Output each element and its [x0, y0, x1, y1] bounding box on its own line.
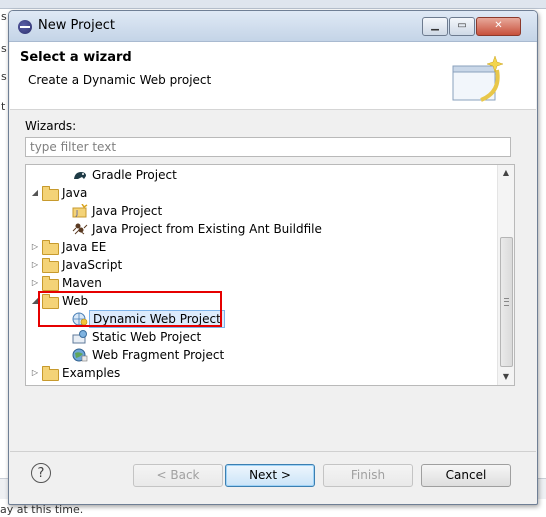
tree-item-examples[interactable]: ▷ Examples [26, 364, 496, 382]
cancel-button[interactable]: Cancel [421, 464, 511, 487]
tree-item-java-project[interactable]: J Java Project [26, 202, 496, 220]
folder-icon [42, 276, 59, 291]
expanded-arrow-icon[interactable]: ◢ [30, 184, 40, 202]
java-project-icon: J [72, 204, 88, 218]
header-description: Create a Dynamic Web project [28, 73, 212, 87]
static-web-project-icon [72, 330, 87, 344]
tree-item-label: Gradle Project [92, 168, 177, 182]
scroll-up-arrow-icon[interactable]: ▲ [498, 165, 514, 181]
button-bar-separator [10, 451, 536, 452]
wizards-label: Wizards: [25, 119, 77, 133]
background-text-fragment: s [1, 42, 7, 55]
eclipse-icon [18, 20, 32, 34]
annotation-highlight-box [38, 291, 222, 327]
background-toolbar [0, 0, 546, 9]
next-button[interactable]: Next > [225, 464, 315, 487]
background-text-fragment: s [1, 70, 7, 83]
help-icon[interactable]: ? [31, 463, 51, 483]
collapsed-arrow-icon[interactable]: ▷ [30, 256, 40, 274]
collapsed-arrow-icon[interactable]: ▷ [30, 274, 40, 292]
tree-item-gradle-project[interactable]: Gradle Project [26, 166, 496, 184]
folder-open-icon [42, 186, 59, 201]
folder-icon [42, 258, 59, 273]
web-fragment-project-icon [72, 348, 88, 362]
tree-item-label: Java Project from Existing Ant Buildfile [92, 222, 322, 236]
collapsed-arrow-icon[interactable]: ▷ [30, 238, 40, 256]
tree-item-label: Java [62, 186, 88, 200]
tree-item-label: Java Project [92, 204, 163, 218]
back-button[interactable]: < Back [133, 464, 223, 487]
scroll-thumb[interactable] [500, 237, 513, 367]
collapsed-arrow-icon[interactable]: ▷ [30, 364, 40, 382]
minimize-button[interactable]: ▁ [422, 17, 448, 36]
wizard-banner-icon [452, 55, 504, 102]
folder-icon [42, 240, 59, 255]
wizard-tree[interactable]: Gradle Project ◢ Java J Java Project Jav… [25, 164, 515, 386]
ant-icon [72, 223, 88, 235]
tree-item-label: Static Web Project [92, 330, 202, 344]
svg-text:J: J [75, 209, 78, 217]
tree-item-javascript[interactable]: ▷ JavaScript [26, 256, 496, 274]
wizard-header: Select a wizard Create a Dynamic Web pro… [10, 42, 536, 110]
tree-item-label: Maven [62, 276, 102, 290]
window-title: New Project [38, 18, 115, 33]
finish-button[interactable]: Finish [323, 464, 413, 487]
tree-item-label: Web Fragment Project [92, 348, 225, 362]
tree-item-static-web-project[interactable]: Static Web Project [26, 328, 496, 346]
new-project-dialog: New Project ▁ ▭ ✕ Select a wizard Create… [8, 10, 538, 505]
tree-item-java[interactable]: ◢ Java [26, 184, 496, 202]
tree-item-web-fragment-project[interactable]: Web Fragment Project [26, 346, 496, 364]
close-button[interactable]: ✕ [476, 17, 521, 36]
folder-icon [42, 366, 59, 381]
tree-item-label: JavaScript [62, 258, 123, 272]
background-text-fragment: s [1, 10, 7, 23]
background-text-fragment: t [1, 100, 6, 113]
scroll-down-arrow-icon[interactable]: ▼ [498, 369, 514, 385]
tree-item-maven[interactable]: ▷ Maven [26, 274, 496, 292]
gradle-icon [74, 172, 86, 179]
maximize-button[interactable]: ▭ [449, 17, 475, 36]
tree-item-java-ee[interactable]: ▷ Java EE [26, 238, 496, 256]
filter-input[interactable] [25, 137, 511, 157]
tree-scrollbar[interactable]: ▲ ▼ [497, 165, 514, 385]
tree-item-label: Examples [62, 366, 121, 380]
header-title: Select a wizard [20, 50, 132, 65]
title-bar[interactable]: New Project ▁ ▭ ✕ [9, 11, 537, 42]
tree-item-java-project-ant[interactable]: Java Project from Existing Ant Buildfile [26, 220, 496, 238]
tree-item-label: Java EE [62, 240, 107, 254]
grip-icon [504, 298, 509, 306]
